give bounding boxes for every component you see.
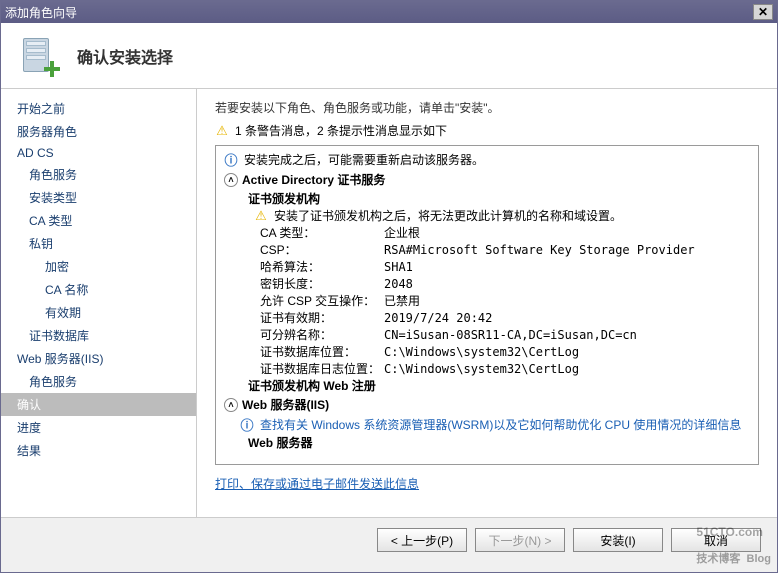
nav-encryption[interactable]: 加密 xyxy=(1,255,196,278)
chevron-up-icon[interactable]: ˄ xyxy=(224,173,238,187)
wizard-window: 添加角色向导 ✕ 确认安装选择 开始之前 服务器角色 AD CS 角色服务 安装… xyxy=(0,0,778,573)
message-summary-text: 1 条警告消息，2 条提示性消息显示如下 xyxy=(235,122,447,139)
kv-key: 允许 CSP 交互操作： xyxy=(224,292,384,309)
nav-private-key[interactable]: 私钥 xyxy=(1,232,196,255)
iis-info-link[interactable]: 查找有关 Windows 系统资源管理器(WSRM)以及它如何帮助优化 CPU … xyxy=(260,416,741,433)
kv-key: 哈希算法： xyxy=(224,258,384,275)
nav-ca-name[interactable]: CA 名称 xyxy=(1,278,196,301)
nav-role-services[interactable]: 角色服务 xyxy=(1,163,196,186)
confirmation-panel[interactable]: 安装完成之后，可能需要重新启动该服务器。 ˄ Active Directory … xyxy=(215,145,759,465)
info-icon xyxy=(224,153,238,167)
restart-info-line: 安装完成之后，可能需要重新启动该服务器。 xyxy=(224,150,750,169)
ca-warning-text: 安装了证书颁发机构之后，将无法更改此计算机的名称和域设置。 xyxy=(274,207,622,224)
kv-row: 哈希算法：SHA1 xyxy=(224,258,750,275)
section-iis[interactable]: ˄ Web 服务器(IIS) xyxy=(224,394,750,415)
warning-icon xyxy=(215,124,229,138)
nav-install-type[interactable]: 安装类型 xyxy=(1,186,196,209)
nav-iis-role[interactable]: 角色服务 xyxy=(1,370,196,393)
kv-val: SHA1 xyxy=(384,260,413,274)
next-button: 下一步(N) > xyxy=(475,528,565,552)
page-title: 确认安装选择 xyxy=(77,44,173,68)
nav-validity[interactable]: 有效期 xyxy=(1,301,196,324)
kv-key: 证书数据库日志位置： xyxy=(224,360,384,377)
install-button[interactable]: 安装(I) xyxy=(573,528,663,552)
sub-ca-webreg: 证书颁发机构 Web 注册 xyxy=(224,377,750,394)
kv-row: 密钥长度：2048 xyxy=(224,275,750,292)
nav-sidebar: 开始之前 服务器角色 AD CS 角色服务 安装类型 CA 类型 私钥 加密 C… xyxy=(1,89,197,529)
intro-text: 若要安装以下角色、角色服务或功能，请单击"安装"。 xyxy=(215,99,759,116)
kv-val: C:\Windows\system32\CertLog xyxy=(384,345,579,359)
kv-val: C:\Windows\system32\CertLog xyxy=(384,362,579,376)
nav-before[interactable]: 开始之前 xyxy=(1,97,196,120)
nav-cert-db[interactable]: 证书数据库 xyxy=(1,324,196,347)
nav-ca-type[interactable]: CA 类型 xyxy=(1,209,196,232)
nav-iis[interactable]: Web 服务器(IIS) xyxy=(1,347,196,370)
kv-val: 企业根 xyxy=(384,224,420,241)
kv-row: 证书数据库位置：C:\Windows\system32\CertLog xyxy=(224,343,750,360)
kv-row: 证书数据库日志位置：C:\Windows\system32\CertLog xyxy=(224,360,750,377)
wizard-body: 开始之前 服务器角色 AD CS 角色服务 安装类型 CA 类型 私钥 加密 C… xyxy=(1,89,777,529)
prev-button[interactable]: < 上一步(P) xyxy=(377,528,467,552)
info-icon xyxy=(240,418,254,432)
kv-key: CSP： xyxy=(224,241,384,258)
kv-row: 证书有效期：2019/7/24 20:42 xyxy=(224,309,750,326)
close-icon[interactable]: ✕ xyxy=(753,4,773,20)
ca-warning-line: 安装了证书颁发机构之后，将无法更改此计算机的名称和域设置。 xyxy=(224,207,750,224)
server-add-icon xyxy=(19,36,59,76)
kv-val: 已禁用 xyxy=(384,292,420,309)
nav-result[interactable]: 结果 xyxy=(1,439,196,462)
nav-progress[interactable]: 进度 xyxy=(1,416,196,439)
content-area: 若要安装以下角色、角色服务或功能，请单击"安装"。 1 条警告消息，2 条提示性… xyxy=(197,89,777,529)
kv-row: CA 类型：企业根 xyxy=(224,224,750,241)
kv-key: 证书数据库位置： xyxy=(224,343,384,360)
kv-row: 可分辨名称：CN=iSusan-08SR11-CA,DC=iSusan,DC=c… xyxy=(224,326,750,343)
restart-info-text: 安装完成之后，可能需要重新启动该服务器。 xyxy=(244,151,484,168)
section-adcs[interactable]: ˄ Active Directory 证书服务 xyxy=(224,169,750,190)
kv-key: CA 类型： xyxy=(224,224,384,241)
iis-info-line: 查找有关 Windows 系统资源管理器(WSRM)以及它如何帮助优化 CPU … xyxy=(224,415,750,434)
kv-val: RSA#Microsoft Software Key Storage Provi… xyxy=(384,243,695,257)
kv-val: CN=iSusan-08SR11-CA,DC=iSusan,DC=cn xyxy=(384,328,637,342)
sub-webserver: Web 服务器 xyxy=(224,434,750,451)
kv-row: 允许 CSP 交互操作：已禁用 xyxy=(224,292,750,309)
kv-row: CSP：RSA#Microsoft Software Key Storage P… xyxy=(224,241,750,258)
print-save-email-link[interactable]: 打印、保存或通过电子邮件发送此信息 xyxy=(215,475,759,492)
cancel-button[interactable]: 取消 xyxy=(671,528,761,552)
section-iis-label: Web 服务器(IIS) xyxy=(242,396,329,413)
section-adcs-label: Active Directory 证书服务 xyxy=(242,171,385,188)
kv-key: 证书有效期： xyxy=(224,309,384,326)
chevron-up-icon[interactable]: ˄ xyxy=(224,398,238,412)
kv-key: 可分辨名称： xyxy=(224,326,384,343)
nav-adcs[interactable]: AD CS xyxy=(1,143,196,163)
message-summary: 1 条警告消息，2 条提示性消息显示如下 xyxy=(215,122,759,139)
kv-key: 密钥长度： xyxy=(224,275,384,292)
sub-ca: 证书颁发机构 xyxy=(224,190,750,207)
warning-icon xyxy=(254,209,268,223)
kv-val: 2048 xyxy=(384,277,413,291)
nav-server-roles[interactable]: 服务器角色 xyxy=(1,120,196,143)
title-bar[interactable]: 添加角色向导 ✕ xyxy=(1,1,777,23)
kv-val: 2019/7/24 20:42 xyxy=(384,311,492,325)
wizard-header: 确认安装选择 xyxy=(1,23,777,89)
button-bar: < 上一步(P) 下一步(N) > 安装(I) 取消 xyxy=(1,517,777,562)
nav-confirm[interactable]: 确认 xyxy=(1,393,196,416)
window-title: 添加角色向导 xyxy=(5,4,753,21)
